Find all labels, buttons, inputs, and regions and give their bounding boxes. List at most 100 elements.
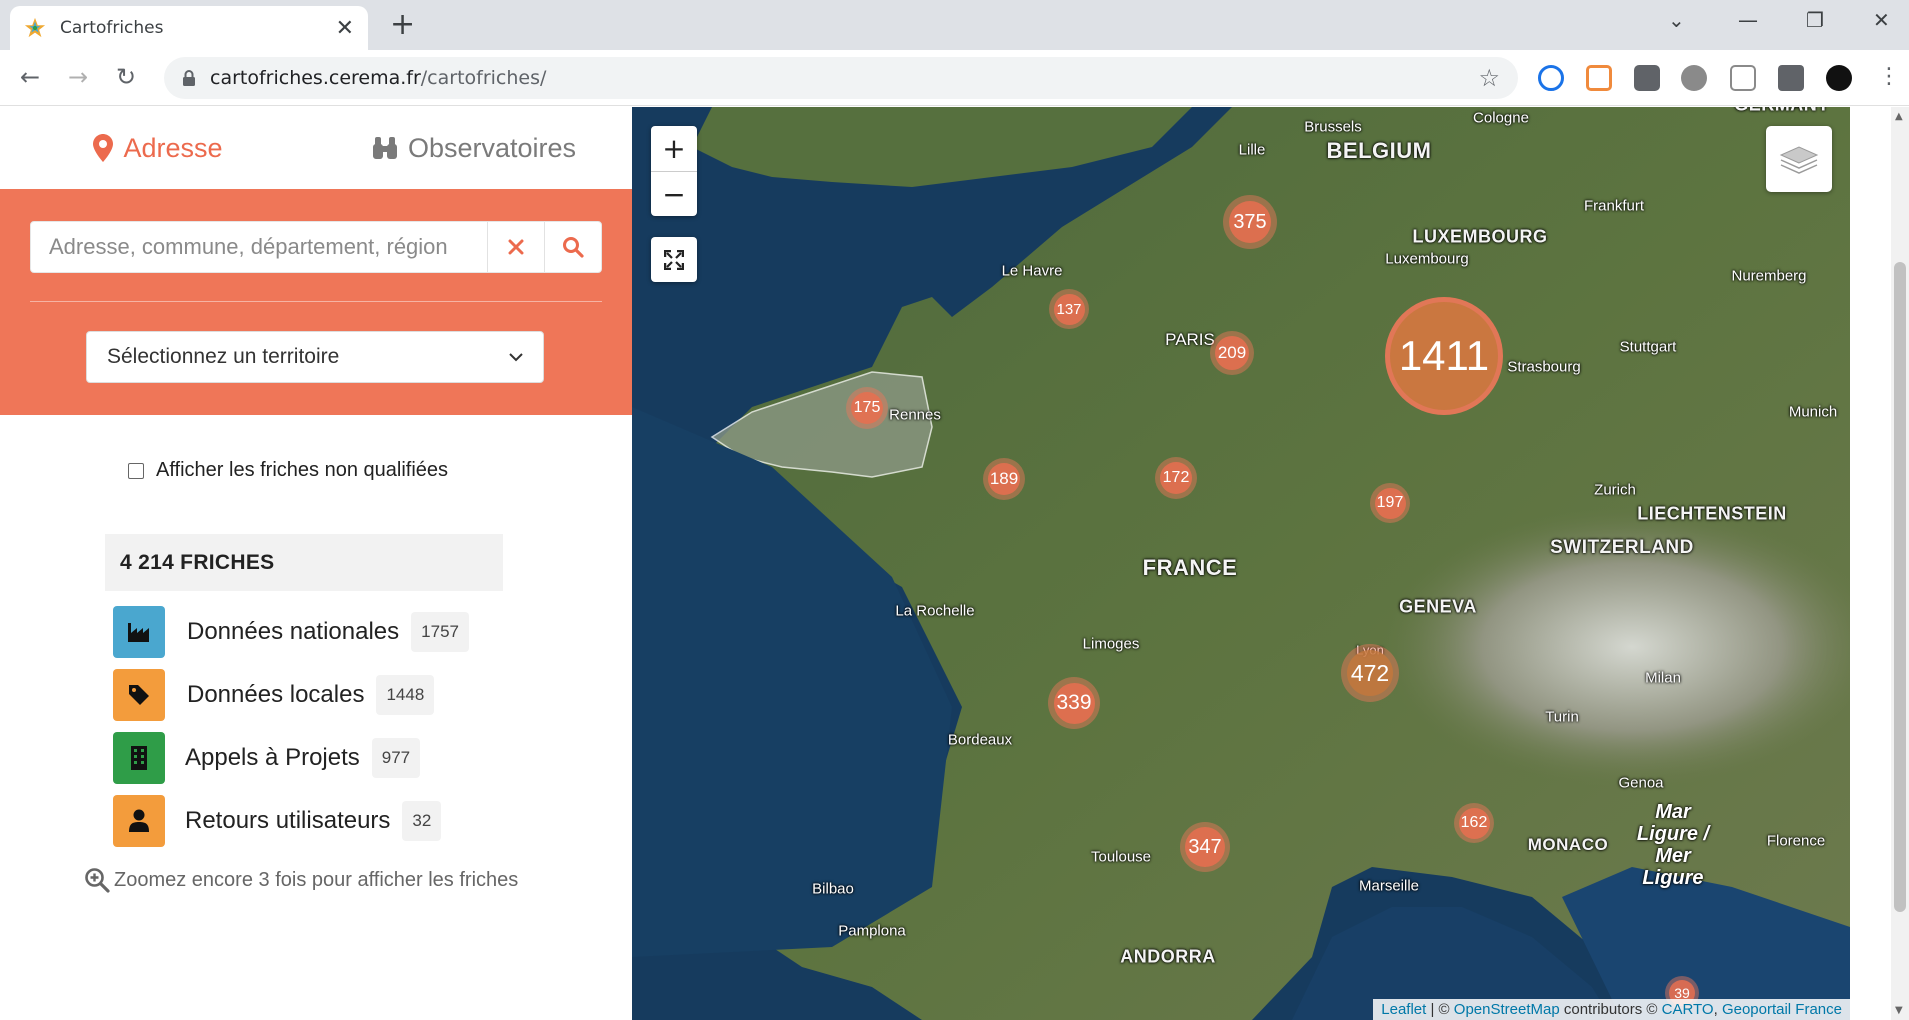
extensions-puzzle-icon[interactable]: [1778, 65, 1804, 91]
category-row: Appels à Projets 977: [113, 732, 421, 784]
cluster-marker[interactable]: 209: [1210, 331, 1254, 375]
zoom-in-button[interactable]: +: [651, 126, 697, 171]
map-label: Zurich: [1594, 481, 1636, 499]
extension-doc-icon[interactable]: [1730, 65, 1756, 91]
map-pin-icon: [93, 134, 114, 162]
back-icon[interactable]: ←: [20, 62, 40, 92]
minimize-icon[interactable]: —: [1738, 8, 1758, 32]
extension-badge-icon[interactable]: [1634, 65, 1660, 91]
url-path: /cartofriches/: [420, 67, 547, 89]
reload-icon[interactable]: ↻: [116, 62, 136, 92]
cluster-marker[interactable]: 175: [846, 387, 888, 429]
map-label: Bilbao: [812, 880, 854, 898]
address-bar[interactable]: cartofriches.cerema.fr/cartofriches/ ☆: [164, 57, 1518, 99]
map-label: Rennes: [889, 406, 941, 424]
new-tab-button[interactable]: +: [390, 10, 415, 40]
clear-x-icon: [508, 239, 524, 255]
close-window-icon[interactable]: ✕: [1873, 8, 1890, 32]
map-label: ANDORRA: [1120, 946, 1216, 967]
cartofriches-favicon: [24, 17, 46, 38]
cluster-marker[interactable]: 347: [1180, 822, 1230, 872]
cluster-marker[interactable]: 172: [1155, 457, 1197, 499]
zoom-out-button[interactable]: −: [651, 171, 697, 216]
cluster-marker[interactable]: 137: [1049, 289, 1089, 329]
category-count: 977: [371, 738, 421, 778]
browser-menu-icon[interactable]: ⋮: [1878, 62, 1900, 92]
bookmark-star-icon[interactable]: ☆: [1478, 64, 1500, 92]
carto-link[interactable]: CARTO: [1662, 1001, 1714, 1018]
cluster-marker[interactable]: 197: [1370, 483, 1410, 523]
tab-observatoires[interactable]: Observatoires: [316, 107, 632, 189]
map-label: Toulouse: [1090, 848, 1152, 866]
address-search-input[interactable]: [31, 222, 487, 272]
close-tab-icon[interactable]: ✕: [336, 16, 354, 41]
category-row: Données nationales 1757: [113, 606, 469, 658]
non-qualified-checkbox[interactable]: [128, 462, 144, 479]
cluster-marker[interactable]: 472: [1341, 644, 1399, 702]
scroll-up-icon[interactable]: ▲: [1895, 111, 1903, 122]
clear-search-button[interactable]: [487, 222, 544, 272]
zoom-in-icon: [85, 868, 110, 893]
building-icon: [113, 732, 165, 784]
url-host: cartofriches.cerema.fr: [210, 67, 421, 89]
layers-icon: [1779, 146, 1819, 174]
map-label: Cologne: [1473, 109, 1529, 127]
cluster-count: 197: [1374, 487, 1406, 519]
map-label: LUXEMBOURG: [1412, 226, 1548, 247]
zoom-control: + −: [651, 126, 697, 216]
cluster-count: 189: [988, 463, 1020, 495]
forward-icon[interactable]: →: [68, 62, 88, 92]
map-label: Luxembourg: [1385, 250, 1469, 268]
cluster-count: 1411: [1390, 302, 1498, 410]
search-button[interactable]: [544, 222, 601, 272]
cluster-marker[interactable]: 1411: [1385, 297, 1503, 415]
map-label: PARIS: [1165, 330, 1215, 349]
attribution-text: contributors ©: [1559, 1001, 1662, 1018]
category-label[interactable]: Données locales: [187, 681, 364, 709]
cluster-marker[interactable]: 162: [1454, 803, 1494, 843]
map-label: Le Havre: [1001, 262, 1063, 280]
extension-g-icon[interactable]: [1538, 65, 1564, 91]
map-label: Turin: [1545, 708, 1579, 726]
cluster-count: 162: [1458, 807, 1490, 839]
user-icon: [113, 795, 165, 847]
cluster-count: 347: [1185, 827, 1225, 867]
scrollbar-thumb[interactable]: [1894, 262, 1906, 912]
cluster-marker[interactable]: 189: [983, 458, 1025, 500]
category-label[interactable]: Retours utilisateurs: [185, 807, 390, 835]
category-row: Données locales 1448: [113, 669, 435, 721]
map-label: Florence: [1766, 832, 1826, 850]
category-label[interactable]: Appels à Projets: [185, 744, 360, 772]
osm-link[interactable]: OpenStreetMap: [1454, 1001, 1560, 1018]
extension-layout-icon[interactable]: [1586, 65, 1612, 91]
restore-icon[interactable]: ❐: [1806, 8, 1824, 32]
tab-search-icon[interactable]: ⌄: [1668, 8, 1685, 32]
browser-tabbar: Cartofriches ✕ + ⌄ — ❐ ✕: [0, 0, 1909, 50]
map-view[interactable]: Brussels Cologne Lille BELGIUM Frankfurt…: [632, 107, 1850, 1020]
tab-adresse[interactable]: Adresse: [0, 107, 316, 189]
non-qualified-toggle: Afficher les friches non qualifiées: [128, 459, 448, 482]
leaflet-link[interactable]: Leaflet: [1381, 1001, 1426, 1018]
fullscreen-button[interactable]: [651, 237, 697, 282]
profile-avatar[interactable]: [1826, 65, 1852, 91]
scroll-down-icon[interactable]: ▼: [1895, 1005, 1903, 1016]
map-label: Frankfurt: [1583, 197, 1645, 215]
cluster-marker[interactable]: 339: [1048, 677, 1100, 729]
map-label: MONACO: [1527, 835, 1609, 854]
layers-button[interactable]: [1766, 126, 1832, 192]
page-scrollbar[interactable]: ▲ ▼: [1891, 107, 1909, 1020]
url-text: cartofriches.cerema.fr/cartofriches/: [210, 67, 1478, 89]
cluster-marker[interactable]: 375: [1223, 195, 1277, 249]
browser-tab[interactable]: Cartofriches ✕: [10, 6, 368, 50]
territory-select[interactable]: Sélectionnez un territoire: [86, 331, 544, 383]
geoportail-link[interactable]: Geoportail France: [1722, 1001, 1842, 1018]
extension-audio-icon[interactable]: [1681, 65, 1707, 91]
category-label[interactable]: Données nationales: [187, 618, 399, 646]
fullscreen-icon: [664, 249, 684, 270]
map-label: GERMANY: [1734, 107, 1830, 116]
sea-label-line: Mar: [1655, 801, 1691, 823]
map-label: LIECHTENSTEIN: [1637, 503, 1787, 524]
map-label: La Rochelle: [895, 602, 975, 620]
non-qualified-label: Afficher les friches non qualifiées: [156, 459, 449, 481]
sea-label-line: Ligure /: [1636, 823, 1710, 845]
